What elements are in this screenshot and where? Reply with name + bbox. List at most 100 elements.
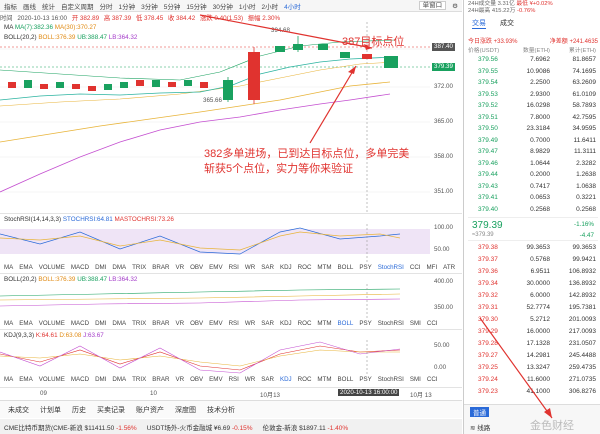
tab-account-assets[interactable]: 账户资产 [136,405,164,415]
ticker-change: -0.15% [231,424,253,432]
ind-tab[interactable]: CCI [427,320,438,327]
ind-tab[interactable]: ATR [443,264,455,271]
ind-tab[interactable]: RSI [229,376,239,383]
ind-tab[interactable]: MFI [427,264,438,271]
ind-tab[interactable]: VOLUME [39,264,65,271]
ind-tab[interactable]: PSY [359,264,371,271]
ind-tab[interactable]: EMV [209,320,222,327]
ind-tab[interactable]: DMA [112,320,126,327]
ind-tab[interactable]: CCI [427,376,438,383]
ind-tab[interactable]: MA [4,264,13,271]
ind-tab[interactable]: BRAR [152,320,169,327]
ind-tab[interactable]: BRAR [152,264,169,271]
ticker-name: CME比特币期货(CME-新浪 [4,424,83,432]
ind-tab[interactable]: SMI [410,376,421,383]
ind-tab[interactable]: MA [4,320,13,327]
ind-tab[interactable]: EMA [19,376,32,383]
ind-tab[interactable]: EMV [209,264,222,271]
kdj-panel: KDJ(9,3,3) K:64.61 D:63.08 J:63.67 50.00… [0,329,462,374]
ind-tab[interactable]: MACD [71,320,89,327]
ind-tab[interactable]: DMA [112,264,126,271]
ind-tab[interactable]: MACD [71,264,89,271]
ticker-price: $1897.11 [299,424,326,432]
ind-tab[interactable]: KDJ [280,264,292,271]
ind-tab-active[interactable]: BOLL [338,320,354,327]
tab-depth-chart[interactable]: 深度图 [175,405,196,415]
ind-tab[interactable]: TRIX [132,264,146,271]
ind-tab[interactable]: ROC [298,376,312,383]
ind-tab[interactable]: DMI [95,264,106,271]
ind-tab[interactable]: TRIX [132,320,146,327]
ind-tab[interactable]: OBV [190,376,203,383]
kdj-k: K:64.61 [35,332,58,339]
kdj-d: D:63.08 [59,332,82,339]
ind-tab[interactable]: VR [175,264,184,271]
ind-tab-active[interactable]: StochRSI [378,264,404,271]
ind-tab[interactable]: ROC [298,320,312,327]
stochrsi-tick: 50.00 [434,246,450,253]
ind-tab[interactable]: SAR [261,376,274,383]
ind-tab[interactable]: OBV [190,320,203,327]
order-tabs: 未成交 计划单 历史 买卖记录 账户资产 深度图 技术分析 [0,400,462,418]
market-ticker: CME比特币期货(CME-新浪 $11411.50 -1.56% USDT场外-… [0,419,462,434]
ind-tab[interactable]: TRIX [132,376,146,383]
ind-tab[interactable]: MACD [71,376,89,383]
ind-tab[interactable]: PSY [359,376,371,383]
ind-tab[interactable]: ROC [298,264,312,271]
ticker-price: $11411.50 [84,424,115,432]
trading-app: 指标 画线 统计 自定义周期 分时 1分钟 3分钟 5分钟 15分钟 30分钟 … [0,0,600,434]
ind-tab[interactable]: DMI [95,376,106,383]
kdj-chart [0,340,401,374]
ind-tab[interactable]: MTM [317,264,331,271]
ind-tab[interactable]: PSY [359,320,371,327]
ind-tab[interactable]: BOLL [338,376,354,383]
ind-tab[interactable]: BRAR [152,376,169,383]
tab-plan-orders[interactable]: 计划单 [40,405,61,415]
ticker-change: -1.40% [327,424,349,432]
boll2-label: BOLL(20,2) [4,276,37,283]
ind-tab-active[interactable]: KDJ [280,376,292,383]
ind-tab[interactable]: OBV [190,264,203,271]
ind-tab[interactable]: MTM [317,320,331,327]
ind-tab[interactable]: DMI [95,320,106,327]
ind-tab[interactable]: DMA [112,376,126,383]
time-tick: 09 [40,390,47,397]
ind-tab[interactable]: SMI [410,320,421,327]
ind-tab[interactable]: VOLUME [39,376,65,383]
ind-tab[interactable]: StochRSI [378,320,404,327]
ind-tab[interactable]: VR [175,376,184,383]
ind-tab[interactable]: VR [175,320,184,327]
ind-tab[interactable]: StochRSI [378,376,404,383]
crosshair-time-label: 2020-10-13 16:00:00 [338,389,400,396]
ticker-item[interactable]: 伦敦金-新浪 $1897.11 -1.40% [263,422,349,432]
time-tick: 10月13 [260,392,280,399]
ind-tab[interactable]: EMV [209,376,222,383]
tab-history[interactable]: 历史 [72,405,86,415]
indicator-tabs-tertiary: MA EMA VOLUME MACD DMI DMA TRIX BRAR VR … [4,376,438,383]
ind-tab[interactable]: VOLUME [39,320,65,327]
ind-tab[interactable]: CCI [410,264,421,271]
time-axis: 09 10 10月13 10月 13 2020-10-13 16:00:00 [0,387,462,399]
ind-tab[interactable]: SAR [261,320,274,327]
ind-tab[interactable]: RSI [229,320,239,327]
tab-open-orders[interactable]: 未成交 [8,405,29,415]
ticker-item[interactable]: USDT场外-火币金融城 ¥6.69 -0.15% [147,422,253,432]
boll2-lb: LB:364.32 [108,276,138,283]
ind-tab[interactable]: KDJ [280,320,292,327]
stochrsi-panel: StochRSI(14,14,3,3) STOCHRSI:64.81 MASTO… [0,213,462,264]
ind-tab[interactable]: EMA [19,264,32,271]
kdj-tick: 50.00 [434,342,450,349]
ind-tab[interactable]: SAR [261,264,274,271]
ind-tab[interactable]: WR [245,320,255,327]
tab-tech-analysis[interactable]: 技术分析 [207,405,235,415]
ind-tab[interactable]: EMA [19,320,32,327]
boll2-tick: 350.00 [434,304,453,311]
ind-tab[interactable]: MTM [317,376,331,383]
ticker-item[interactable]: CME比特币期货(CME-新浪 $11411.50 -1.56% [4,422,137,432]
ind-tab[interactable]: WR [245,376,255,383]
tab-trade-records[interactable]: 买卖记录 [97,405,125,415]
ind-tab[interactable]: BOLL [338,264,354,271]
ind-tab[interactable]: RSI [229,264,239,271]
ind-tab[interactable]: WR [245,264,255,271]
ind-tab[interactable]: MA [4,376,13,383]
